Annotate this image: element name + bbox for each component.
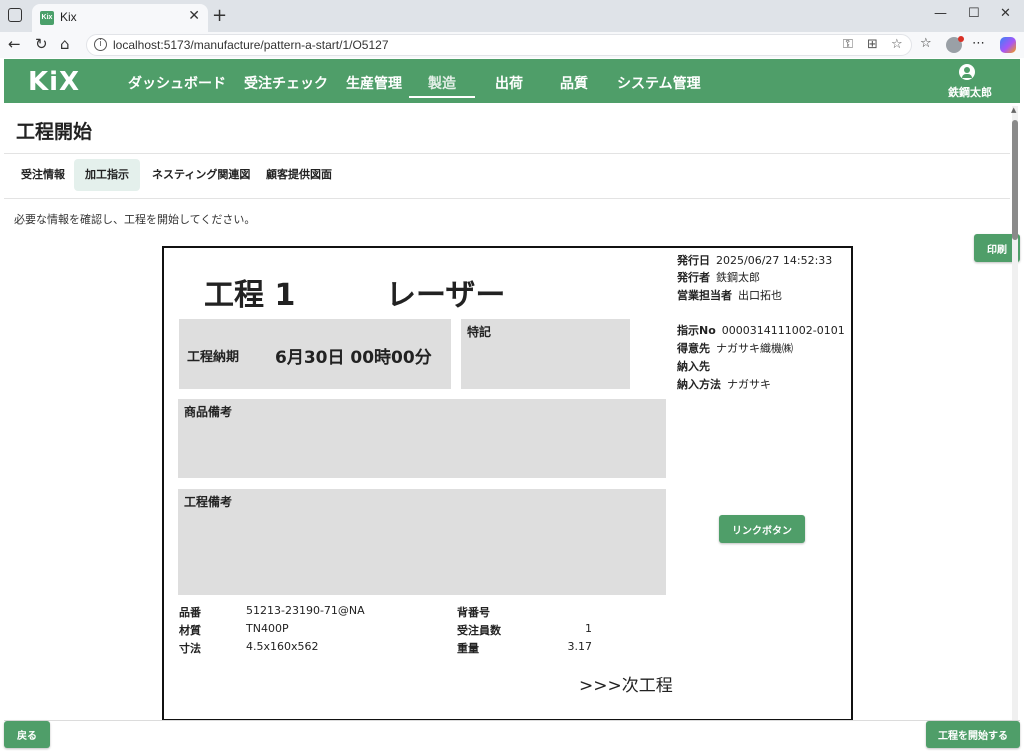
- issue-date-label: 発行日: [677, 254, 710, 267]
- order-qty-value: 1: [585, 622, 592, 635]
- home-icon[interactable]: ⌂: [60, 35, 70, 53]
- nav-active-indicator: [409, 96, 475, 98]
- sales-rep-label: 営業担当者: [677, 289, 732, 302]
- deadline-label: 工程納期: [187, 350, 240, 365]
- key-icon[interactable]: ⚿: [843, 37, 853, 52]
- nav-quality[interactable]: 品質: [560, 73, 588, 93]
- order-qty-label: 受注員数: [457, 624, 501, 637]
- process-name: レーザー: [386, 278, 506, 313]
- tab-title: Kix: [60, 10, 77, 24]
- deadline-box: 工程納期 6月30日 00時00分: [179, 319, 451, 389]
- customer-row: 得意先 ナガサキ織機㈱: [677, 340, 793, 356]
- deadline-value: 6月30日 00時00分: [275, 348, 432, 368]
- divider: [4, 198, 1010, 199]
- material-label: 材質: [179, 624, 201, 637]
- material-value: TN400P: [246, 622, 289, 635]
- process-note-label: 工程備考: [184, 495, 233, 509]
- issuer-label: 発行者: [677, 271, 710, 284]
- footer-divider: [4, 720, 1020, 721]
- instruction-no-value: 0000314111002-0101: [721, 324, 845, 337]
- page-title: 工程開始: [16, 121, 93, 143]
- profile-avatar-icon[interactable]: [946, 36, 964, 53]
- nav-production[interactable]: 生産管理: [346, 73, 402, 93]
- weight-value: 3.17: [567, 640, 593, 653]
- next-step-text: >>>次工程: [579, 676, 673, 696]
- work-instruction-sheet: 工程 1 レーザー 工程納期 6月30日 00時00分 特記 商品備考 工程備考…: [162, 246, 853, 721]
- address-bar: ← ↻ ⌂ i localhost:5173/manufacture/patte…: [0, 32, 1024, 58]
- delivery-dest-label: 納入先: [677, 360, 710, 373]
- special-note-label: 特記: [467, 325, 492, 339]
- part-no-label: 品番: [179, 606, 201, 619]
- delivery-method-label: 納入方法: [677, 378, 721, 391]
- user-icon[interactable]: [959, 64, 975, 80]
- special-note-box: 特記: [461, 319, 630, 389]
- app-header: KiX ダッシュボード 受注チェック 生産管理 製造 出荷 品質 システム管理 …: [4, 59, 1020, 103]
- browser-tab-bar: Kix Kix ✕ + — ☐ ✕: [0, 0, 1024, 32]
- close-window-icon[interactable]: ✕: [1000, 6, 1011, 21]
- part-no-value: 51213-23190-71@NA: [246, 604, 365, 617]
- nav-manufacturing[interactable]: 製造: [428, 73, 456, 93]
- copilot-icon[interactable]: [1000, 37, 1016, 53]
- tab-nesting-drawing[interactable]: ネスティング関連図: [141, 159, 261, 191]
- minimize-icon[interactable]: —: [934, 6, 947, 21]
- process-note-box: 工程備考: [178, 489, 666, 595]
- tab-actions-icon[interactable]: [8, 8, 22, 22]
- product-note-label: 商品備考: [184, 405, 233, 419]
- url-text[interactable]: localhost:5173/manufacture/pattern-a-sta…: [113, 38, 389, 52]
- more-menu-icon[interactable]: ⋯: [972, 36, 985, 51]
- issuer-value: 鉄鋼太郎: [716, 271, 760, 284]
- process-number: 工程 1: [204, 278, 296, 313]
- dimension-label: 寸法: [179, 642, 201, 655]
- tab-customer-drawing[interactable]: 顧客提供図面: [255, 159, 343, 191]
- sales-rep-row: 営業担当者 出口拓也: [677, 287, 782, 303]
- maximize-icon[interactable]: ☐: [968, 6, 980, 21]
- browser-tab[interactable]: Kix Kix ✕: [32, 4, 208, 32]
- product-note-box: 商品備考: [178, 399, 666, 478]
- back-number-label: 背番号: [457, 606, 490, 619]
- divider: [4, 153, 1010, 154]
- start-process-button[interactable]: 工程を開始する: [926, 721, 1020, 748]
- instruction-text: 必要な情報を確認し、工程を開始してください。: [14, 213, 256, 226]
- back-icon[interactable]: ←: [8, 35, 21, 53]
- issue-date-row: 発行日 2025/06/27 14:52:33: [677, 252, 832, 268]
- weight-label: 重量: [457, 642, 479, 655]
- delivery-method-row: 納入方法 ナガサキ: [677, 376, 771, 392]
- favicon-icon: Kix: [40, 11, 54, 25]
- instruction-no-row: 指示No 0000314111002-0101: [677, 322, 845, 338]
- nav-order-check[interactable]: 受注チェック: [244, 73, 328, 93]
- tab-order-info[interactable]: 受注情報: [10, 159, 76, 191]
- dimension-value: 4.5x160x562: [246, 640, 319, 653]
- nav-shipping[interactable]: 出荷: [495, 73, 523, 93]
- nav-system-admin[interactable]: システム管理: [617, 73, 701, 93]
- scrollbar-thumb[interactable]: [1012, 120, 1018, 240]
- user-name[interactable]: 鉄鋼太郎: [948, 84, 992, 100]
- reload-icon[interactable]: ↻: [35, 35, 48, 53]
- favorite-star-icon[interactable]: ☆: [891, 37, 903, 52]
- customer-value: ナガサキ織機㈱: [716, 342, 793, 355]
- app-icon[interactable]: ⊞: [867, 37, 878, 52]
- sales-rep-value: 出口拓也: [738, 289, 782, 302]
- site-info-icon[interactable]: i: [94, 38, 107, 51]
- new-tab-icon[interactable]: +: [212, 5, 227, 26]
- tab-processing-instruction[interactable]: 加工指示: [74, 159, 140, 191]
- delivery-dest-row: 納入先: [677, 358, 716, 374]
- instruction-no-label: 指示No: [677, 324, 716, 337]
- nav-dashboard[interactable]: ダッシュボード: [128, 73, 226, 93]
- link-button[interactable]: リンクボタン: [719, 515, 805, 543]
- issuer-row: 発行者 鉄鋼太郎: [677, 269, 760, 285]
- url-field[interactable]: i localhost:5173/manufacture/pattern-a-s…: [86, 34, 912, 56]
- page-scrollbar[interactable]: [1012, 106, 1018, 720]
- customer-label: 得意先: [677, 342, 710, 355]
- close-tab-icon[interactable]: ✕: [188, 8, 200, 24]
- scroll-up-icon[interactable]: ▲: [1011, 106, 1016, 114]
- favorites-icon[interactable]: ☆: [920, 36, 932, 51]
- app-logo[interactable]: KiX: [28, 67, 80, 97]
- issue-date-value: 2025/06/27 14:52:33: [716, 254, 833, 267]
- back-button[interactable]: 戻る: [4, 721, 50, 748]
- delivery-method-value: ナガサキ: [727, 378, 771, 391]
